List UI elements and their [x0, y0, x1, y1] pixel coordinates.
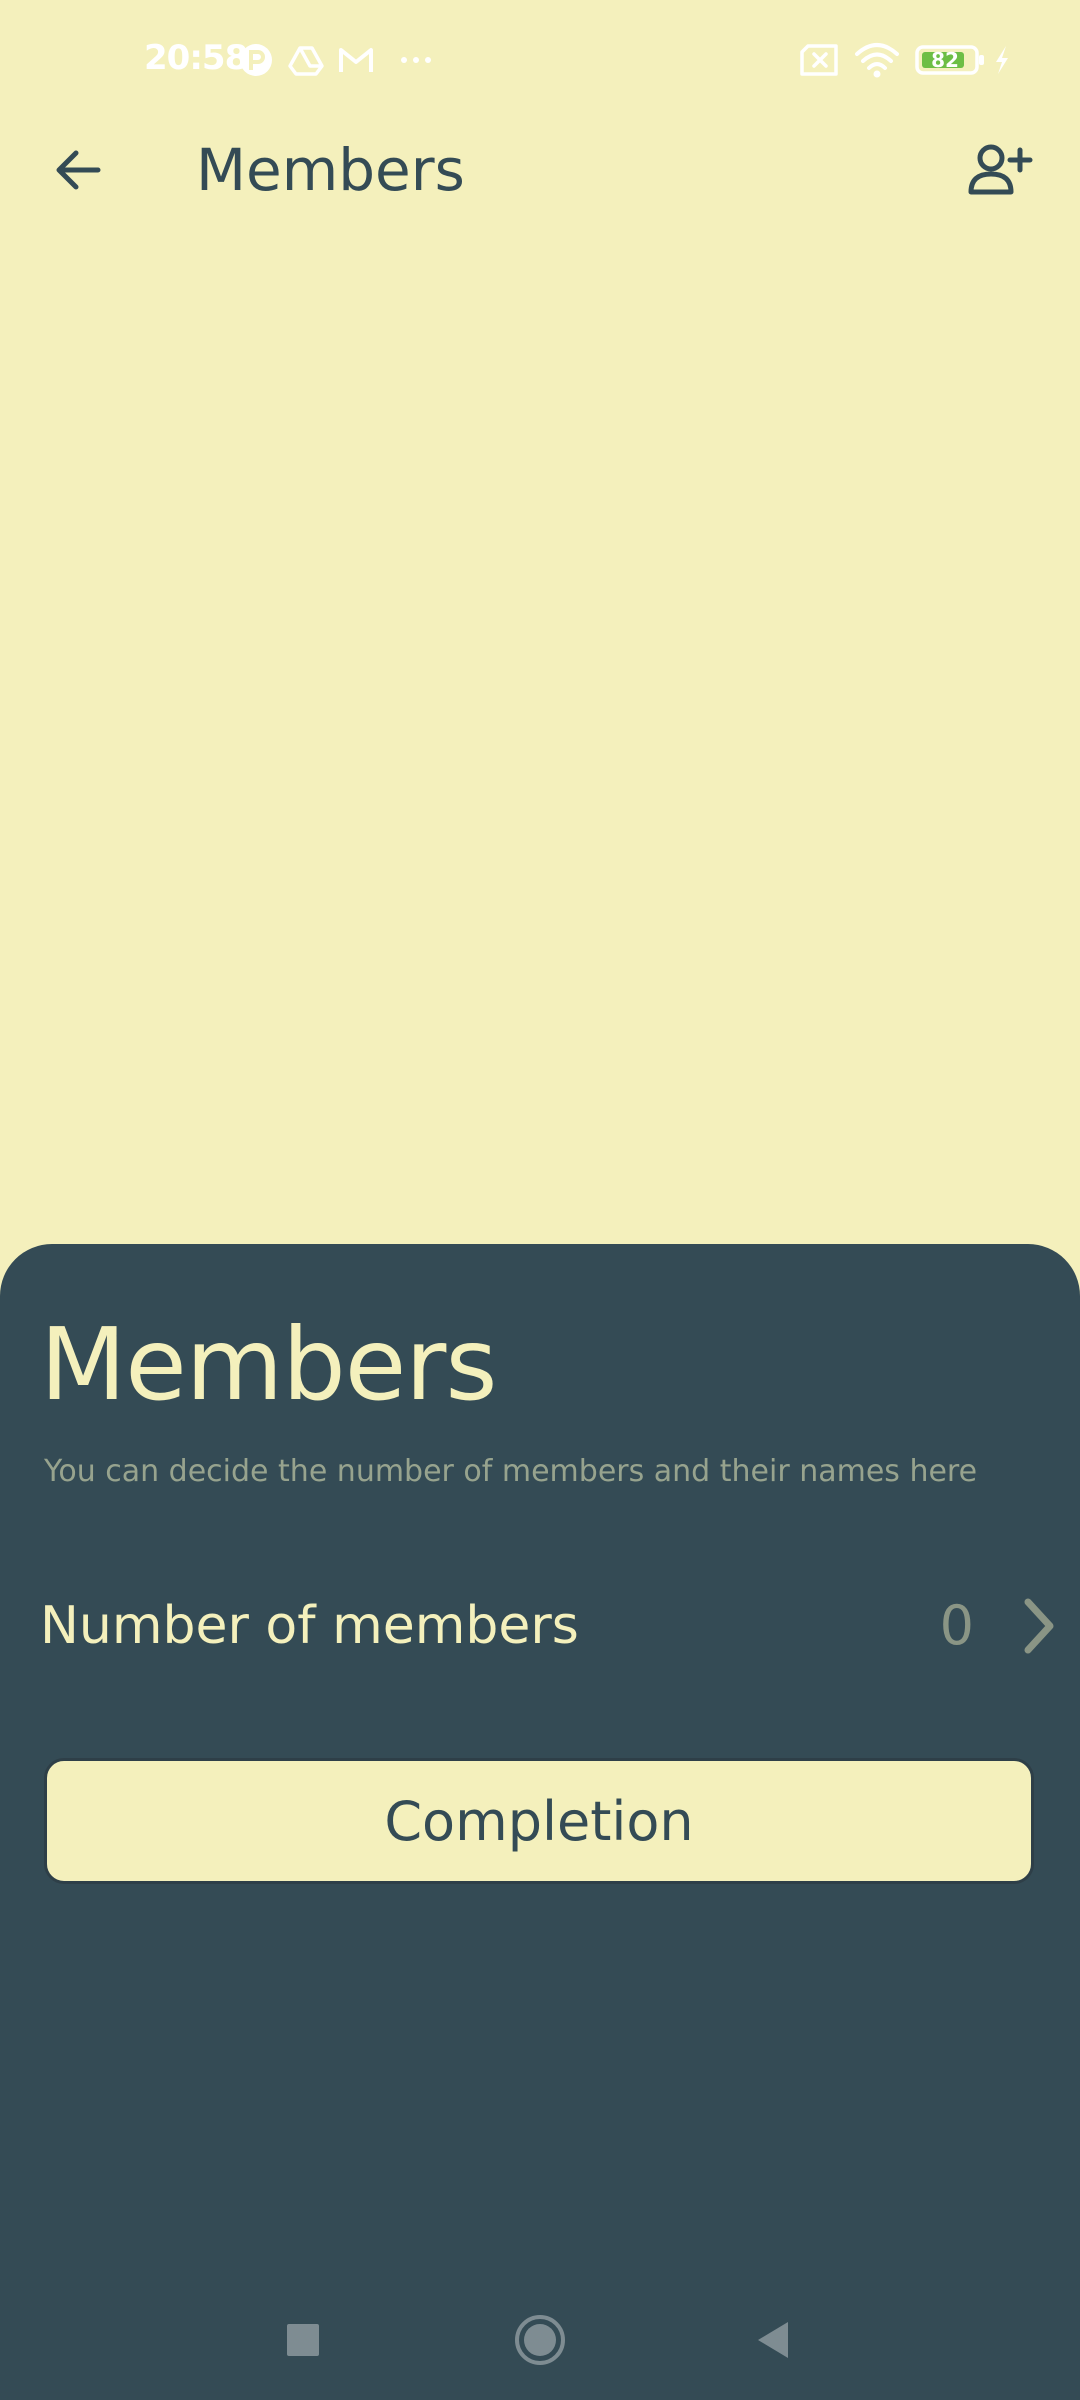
completion-button[interactable]: Completion [44, 1758, 1034, 1884]
members-bottom-sheet: Members You can decide the number of mem… [0, 1244, 1080, 2400]
battery-icon: 82 [915, 45, 984, 75]
status-bar: 20:58 82 [0, 0, 1080, 120]
app-bar: Members [0, 120, 1080, 220]
home-button[interactable] [500, 2300, 580, 2380]
person-add-icon [968, 144, 1033, 195]
sheet-title: Members [40, 1306, 497, 1423]
chevron-right-icon [1024, 1598, 1054, 1654]
page-title: Members [196, 136, 465, 204]
app-notification-icon [240, 44, 272, 76]
back-triangle-icon [758, 2322, 788, 2358]
number-of-members-label: Number of members [40, 1596, 579, 1656]
status-time: 20:58 [144, 38, 248, 78]
gmail-icon [339, 48, 373, 72]
recents-button[interactable] [263, 2300, 343, 2380]
add-member-button[interactable] [960, 130, 1040, 210]
home-circle-icon [515, 2315, 565, 2365]
wifi-icon [855, 43, 899, 78]
more-dots-icon [401, 57, 431, 63]
recents-square-icon [287, 2324, 319, 2356]
system-nav-bar [0, 2280, 1080, 2400]
arrow-left-icon [56, 150, 101, 190]
sheet-description: You can decide the number of members and… [44, 1454, 978, 1489]
number-of-members-value: 0 [939, 1594, 974, 1657]
charging-bolt-icon [996, 46, 1008, 74]
sim-x-icon [800, 44, 838, 76]
battery-level: 82 [931, 48, 959, 72]
drive-icon [288, 46, 324, 76]
back-nav-button[interactable] [734, 2300, 814, 2380]
number-of-members-row[interactable]: Number of members 0 [0, 1564, 1080, 1684]
back-button[interactable] [40, 132, 116, 208]
